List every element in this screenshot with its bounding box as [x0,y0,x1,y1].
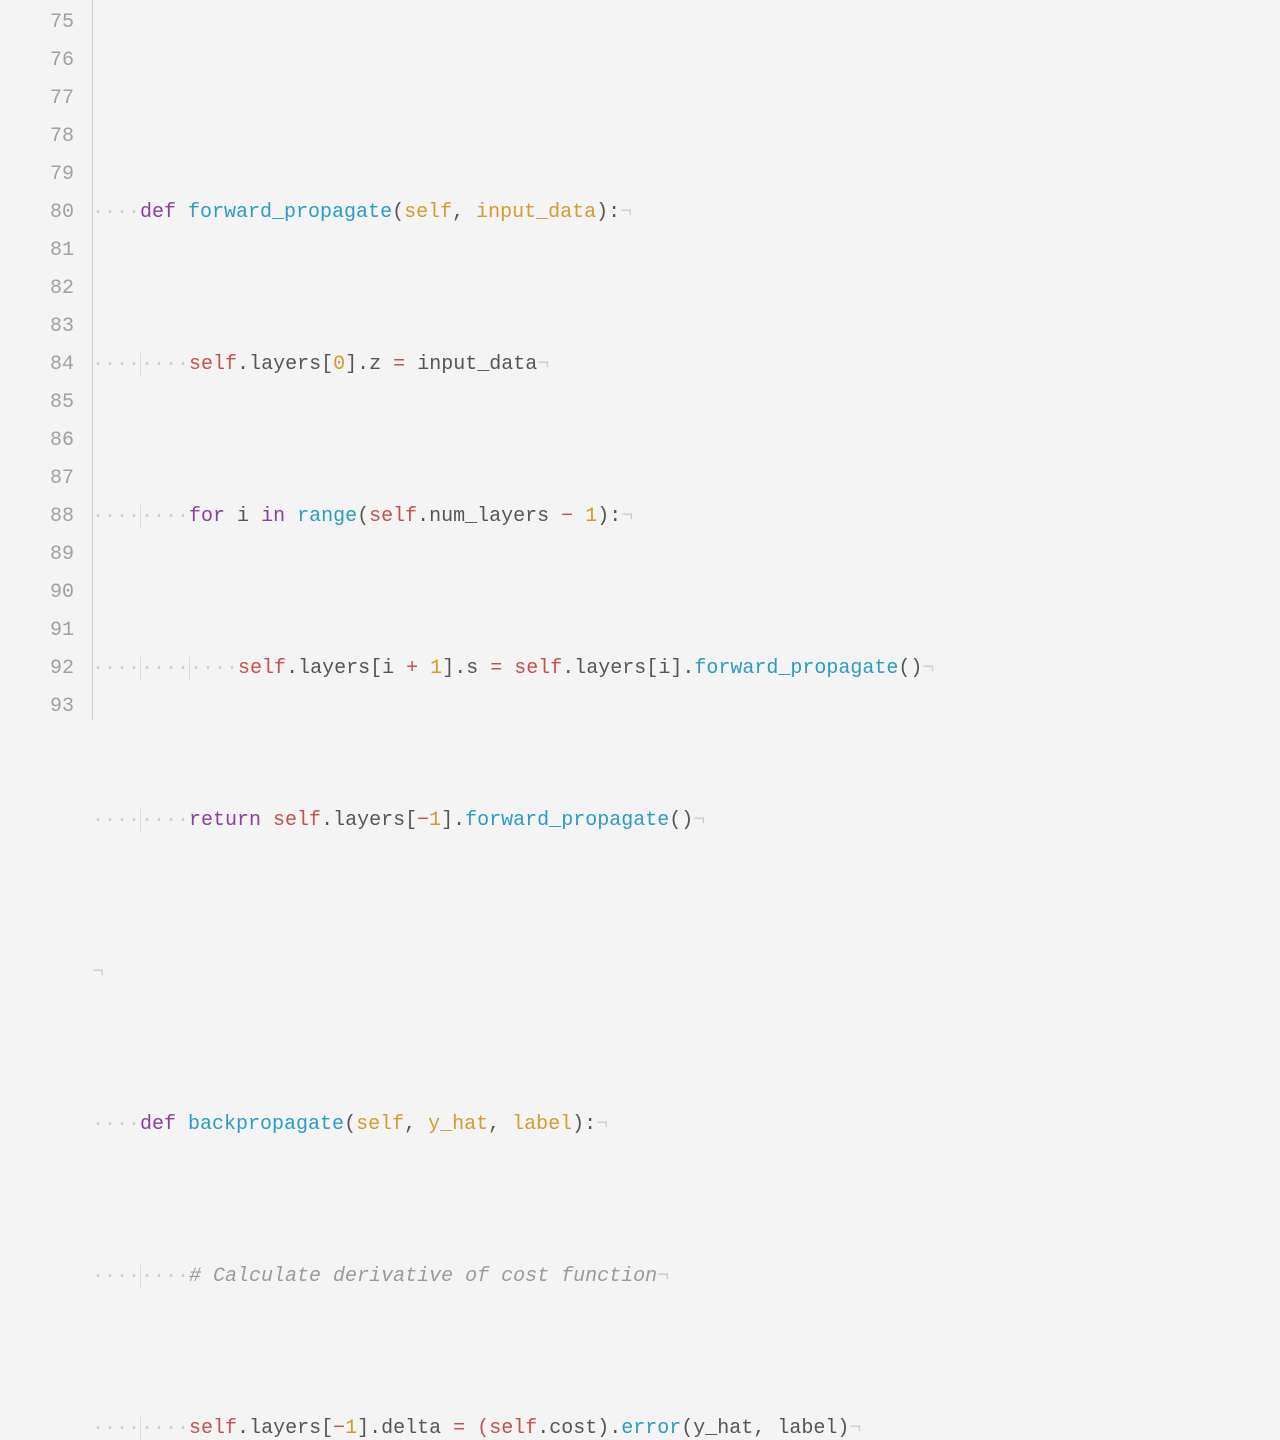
line-number: 93 [0,688,74,726]
code-line[interactable]: ········return self.layers[−1].forward_p… [92,802,968,840]
line-number: 84 [0,346,74,384]
code-line[interactable]: ········self.layers[−1].delta = (self.co… [92,1410,968,1440]
line-number: 91 [0,612,74,650]
line-number: 89 [0,536,74,574]
line-number: 87 [0,460,74,498]
line-number: 83 [0,308,74,346]
line-number: 80 [0,194,74,232]
line-number: 75 [0,4,74,42]
code-line[interactable]: ········for i in range(self.num_layers −… [92,498,968,536]
code-line[interactable]: ········# Calculate derivative of cost f… [92,1258,968,1296]
line-number: 90 [0,574,74,612]
line-number: 86 [0,422,74,460]
code-line[interactable]: ····def forward_propagate(self, input_da… [92,194,968,232]
code-editor[interactable]: 75 76 77 78 79 80 81 82 83 84 85 86 87 8… [0,0,1280,720]
line-number: 77 [0,80,74,118]
line-number: 85 [0,384,74,422]
code-line[interactable]: ········self.layers[0].z = input_data¬ [92,346,968,384]
line-number: 76 [0,42,74,80]
line-number: 82 [0,270,74,308]
code-line[interactable]: ¬ [92,954,968,992]
code-line[interactable]: ····def backpropagate(self, y_hat, label… [92,1106,968,1144]
code-area[interactable]: ····def forward_propagate(self, input_da… [92,0,968,720]
line-number: 79 [0,156,74,194]
code-line[interactable]: ············self.layers[i + 1].s = self.… [92,650,968,688]
line-number: 92 [0,650,74,688]
line-number: 88 [0,498,74,536]
line-number: 81 [0,232,74,270]
line-number-gutter: 75 76 77 78 79 80 81 82 83 84 85 86 87 8… [0,0,92,720]
line-number: 78 [0,118,74,156]
